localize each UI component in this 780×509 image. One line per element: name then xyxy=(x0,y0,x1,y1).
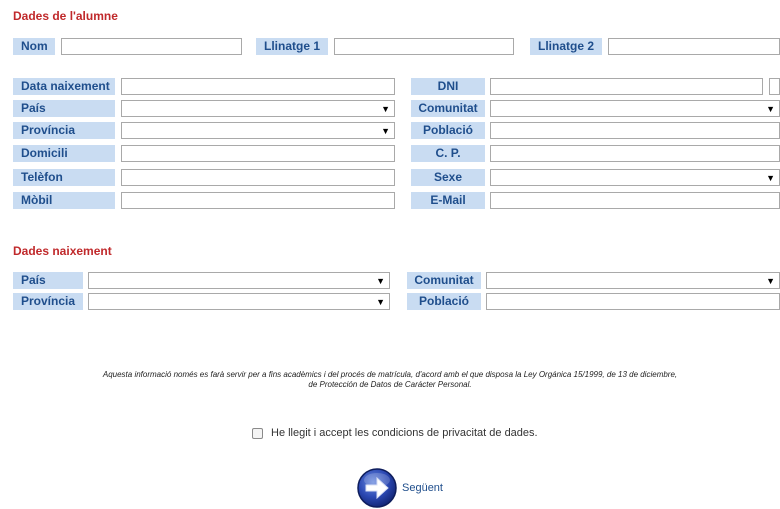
poblacio-input[interactable] xyxy=(490,122,780,139)
dropdown-arrow-icon: ▼ xyxy=(766,173,775,183)
provincia-select[interactable]: ▼ xyxy=(121,122,395,139)
sexe-select[interactable]: ▼ xyxy=(490,169,780,186)
dni-input[interactable] xyxy=(490,78,763,95)
pais-label: País xyxy=(13,100,115,117)
domicili-input[interactable] xyxy=(121,145,395,162)
privacy-checkbox-label: He llegit i accept les condicions de pri… xyxy=(271,427,538,439)
mobil-input[interactable] xyxy=(121,192,395,209)
privacy-notice-line1: Aquesta informació només es farà servir … xyxy=(102,370,678,379)
llinatge1-label: Llinatge 1 xyxy=(256,38,328,55)
dropdown-arrow-icon: ▼ xyxy=(766,104,775,114)
llinatge2-label: Llinatge 2 xyxy=(530,38,602,55)
sexe-label: Sexe xyxy=(411,169,485,186)
cp-label: C. P. xyxy=(411,145,485,162)
birth-section-title: Dades naixement xyxy=(13,244,112,258)
dropdown-arrow-icon: ▼ xyxy=(381,126,390,136)
privacy-notice-line2: de Protección de Datos de Carácter Perso… xyxy=(308,380,472,389)
email-input[interactable] xyxy=(490,192,780,209)
next-button-label[interactable]: Següent xyxy=(402,482,443,494)
telefon-input[interactable] xyxy=(121,169,395,186)
dropdown-arrow-icon: ▼ xyxy=(381,104,390,114)
comunitat-select[interactable]: ▼ xyxy=(490,100,780,117)
privacy-notice: Aquesta informació només es farà servir … xyxy=(0,370,780,390)
dropdown-arrow-icon: ▼ xyxy=(766,276,775,286)
privacy-consent[interactable]: He llegit i accept les condicions de pri… xyxy=(252,425,538,441)
dropdown-arrow-icon: ▼ xyxy=(376,276,385,286)
comunitat-label: Comunitat xyxy=(411,100,485,117)
cp-input[interactable] xyxy=(490,145,780,162)
birth-poblacio-label: Població xyxy=(407,293,481,310)
llinatge2-input[interactable] xyxy=(608,38,780,55)
nom-label: Nom xyxy=(13,38,55,55)
dni-letter-input[interactable] xyxy=(769,78,780,95)
student-section-title: Dades de l'alumne xyxy=(13,9,118,23)
email-label: E-Mail xyxy=(411,192,485,209)
provincia-label: Província xyxy=(13,122,115,139)
telefon-label: Telèfon xyxy=(13,169,115,186)
birth-poblacio-input[interactable] xyxy=(486,293,780,310)
privacy-checkbox[interactable] xyxy=(252,427,263,439)
arrow-right-circle-icon[interactable] xyxy=(356,467,398,509)
birth-pais-label: País xyxy=(13,272,83,289)
birth-pais-select[interactable]: ▼ xyxy=(88,272,390,289)
birth-provincia-label: Província xyxy=(13,293,83,310)
domicili-label: Domicili xyxy=(13,145,115,162)
data-naixement-label: Data naixement xyxy=(13,78,115,95)
birth-provincia-select[interactable]: ▼ xyxy=(88,293,390,310)
poblacio-label: Població xyxy=(411,122,485,139)
mobil-label: Mòbil xyxy=(13,192,115,209)
llinatge1-input[interactable] xyxy=(334,38,514,55)
birth-comunitat-label: Comunitat xyxy=(407,272,481,289)
dni-label: DNI xyxy=(411,78,485,95)
data-naixement-input[interactable] xyxy=(121,78,395,95)
birth-comunitat-select[interactable]: ▼ xyxy=(486,272,780,289)
pais-select[interactable]: ▼ xyxy=(121,100,395,117)
nom-input[interactable] xyxy=(61,38,242,55)
next-button[interactable]: Següent xyxy=(356,468,443,508)
dropdown-arrow-icon: ▼ xyxy=(376,297,385,307)
